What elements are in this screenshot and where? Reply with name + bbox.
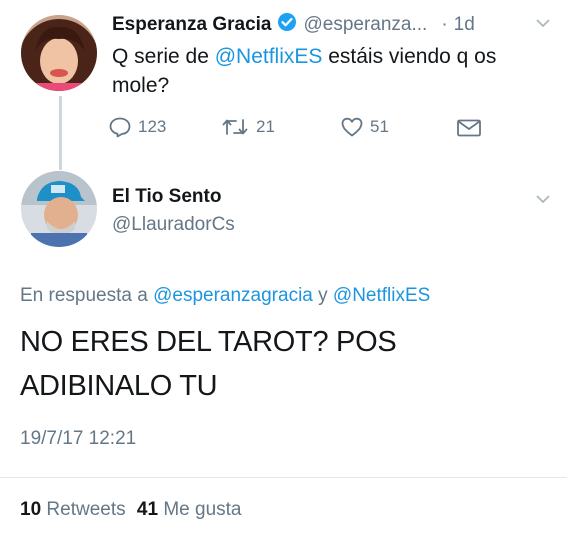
engagement-stats: 10 Retweets 41 Me gusta xyxy=(20,499,241,521)
author-handle[interactable]: @LlauradorCs xyxy=(112,214,235,236)
like-total[interactable]: 41 xyxy=(137,499,158,520)
retweet-icon xyxy=(220,116,250,138)
verified-badge-icon xyxy=(277,12,297,37)
time-separator: · xyxy=(441,13,448,35)
chevron-down-icon[interactable] xyxy=(535,16,551,34)
like-button[interactable]: 51 xyxy=(340,116,389,138)
tweet-text-line: ADIBINALO TU xyxy=(20,370,218,402)
chevron-down-icon[interactable] xyxy=(535,192,551,210)
divider xyxy=(0,477,567,478)
like-icon xyxy=(340,116,364,138)
tweet2-text: NO ERES DEL TAROT? POS ADIBINALO TU xyxy=(20,320,540,408)
tweet1-header: Esperanza Gracia @esperanza... · 1d xyxy=(112,12,475,37)
author-name[interactable]: El Tio Sento xyxy=(112,186,221,208)
reply-count: 123 xyxy=(138,117,167,136)
mention-link[interactable]: @NetflixES xyxy=(215,45,323,68)
avatar-el-tio-sento[interactable] xyxy=(21,171,97,247)
reply-conjunction: y xyxy=(312,285,333,306)
tweet-timestamp[interactable]: 19/7/17 12:21 xyxy=(20,428,136,450)
avatar-esperanza-gracia[interactable] xyxy=(21,15,97,91)
reply-context: En respuesta a @esperanzagracia y @Netfl… xyxy=(20,285,430,307)
mention-link[interactable]: @esperanzagracia xyxy=(153,285,313,306)
retweet-button[interactable]: 21 xyxy=(220,116,275,138)
mention-link[interactable]: @NetflixES xyxy=(333,285,430,306)
like-label[interactable]: Me gusta xyxy=(163,499,241,520)
thread-connector-line xyxy=(59,96,62,170)
tweet1-text: Q serie de @NetflixES estáis viendo q os… xyxy=(112,42,552,100)
tweet-text-line: NO ERES DEL TAROT? POS xyxy=(20,326,397,358)
direct-message-icon[interactable] xyxy=(456,118,482,143)
author-handle[interactable]: @esperanza... xyxy=(303,14,427,36)
retweet-count: 21 xyxy=(256,117,275,136)
tweet-text-part: Q serie de xyxy=(112,45,215,68)
like-count: 51 xyxy=(370,117,389,136)
retweet-total[interactable]: 10 xyxy=(20,499,41,520)
author-name[interactable]: Esperanza Gracia xyxy=(112,14,271,36)
tweet-time[interactable]: 1d xyxy=(454,14,475,36)
retweet-label[interactable]: Retweets xyxy=(46,499,125,520)
reply-icon xyxy=(108,116,132,138)
reply-button[interactable]: 123 xyxy=(108,116,166,138)
reply-prefix: En respuesta a xyxy=(20,285,154,306)
